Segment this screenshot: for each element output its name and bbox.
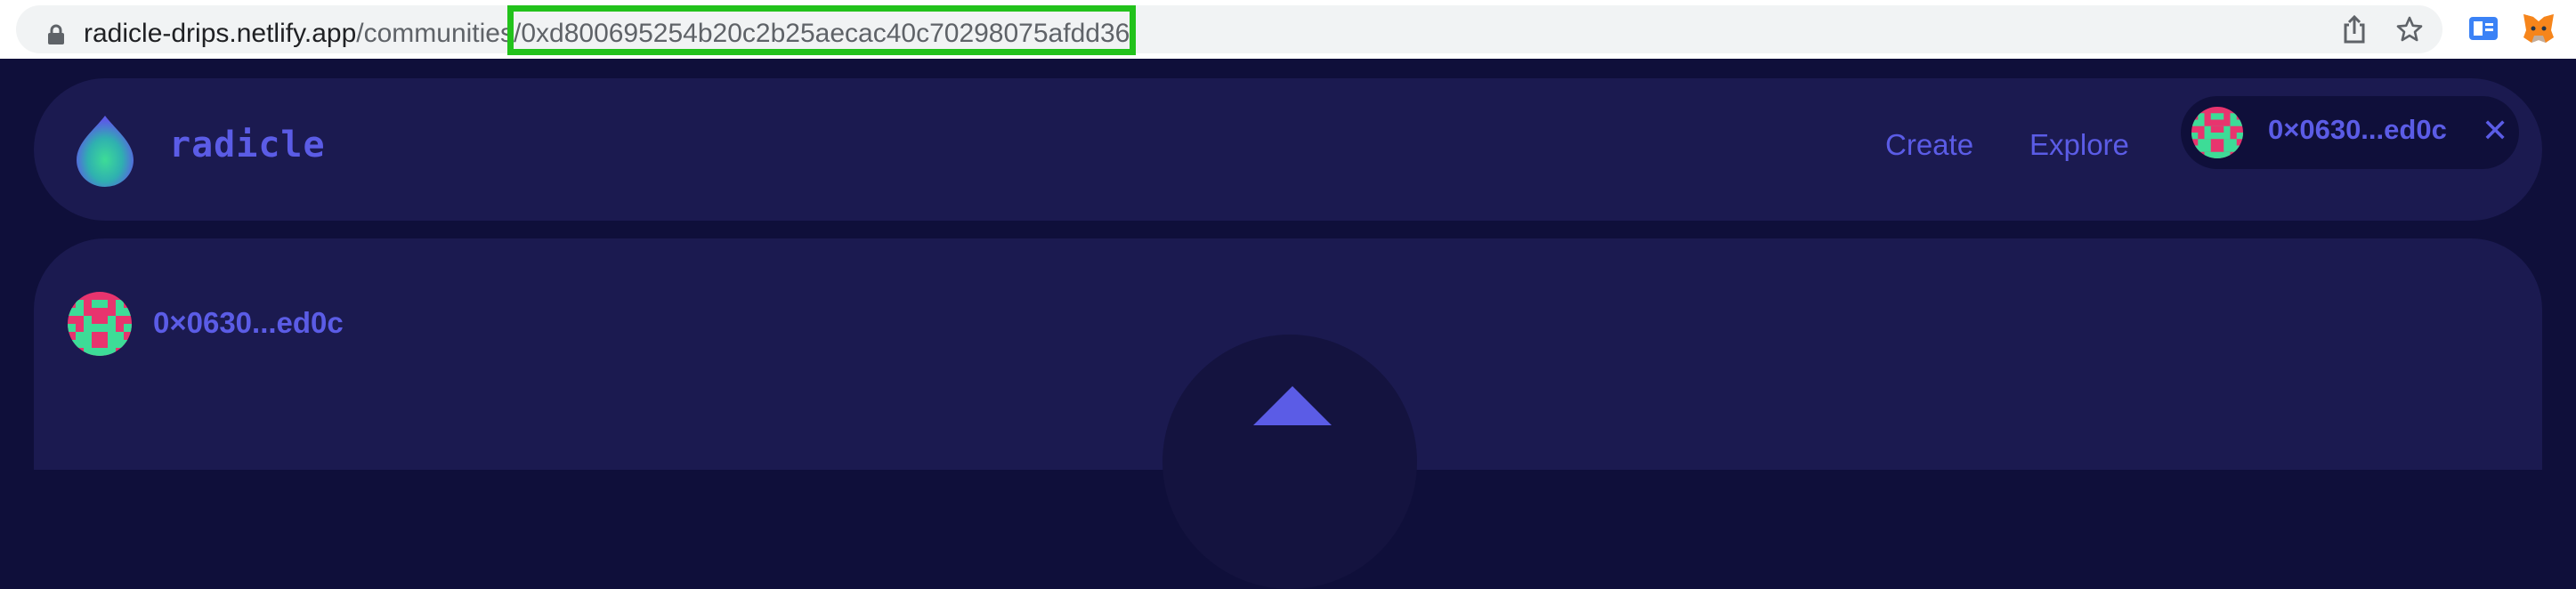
- wallet-avatar: [2191, 107, 2243, 158]
- nav-explore-link[interactable]: Explore: [2029, 128, 2129, 162]
- top-navigation: radicle Create Explore 0×0630...ed0c ✕: [34, 78, 2542, 221]
- community-image-circle: [1162, 335, 1417, 589]
- owner-address-link[interactable]: 0×0630...ed0c: [153, 306, 344, 340]
- url-id: 0xd800695254b20c2b25aecac40c70298075afdd…: [521, 19, 1130, 48]
- logo-wordmark[interactable]: radicle: [169, 125, 326, 165]
- url-host: radicle-drips.netlify.app: [84, 19, 357, 48]
- browser-toolbar: radicle-drips.netlify.app/communities/0x…: [0, 0, 2576, 59]
- wallet-address[interactable]: 0×0630...ed0c: [2268, 114, 2447, 146]
- wallet-connected-pill[interactable]: 0×0630...ed0c ✕: [2181, 96, 2519, 169]
- community-card: 0×0630...ed0c: [34, 238, 2542, 589]
- share-icon[interactable]: [2337, 12, 2371, 46]
- url-path: /communities/: [356, 19, 522, 48]
- owner-avatar[interactable]: [68, 292, 132, 356]
- radicle-logo-icon[interactable]: [75, 114, 135, 187]
- lock-icon: [48, 24, 64, 44]
- star-icon[interactable]: [2393, 12, 2426, 46]
- disconnect-close-icon[interactable]: ✕: [2482, 109, 2508, 153]
- drips-logo-icon: [1253, 386, 1332, 425]
- metamask-fox-icon[interactable]: [2521, 11, 2556, 46]
- nav-create-link[interactable]: Create: [1885, 128, 1973, 162]
- app-root: radicle Create Explore 0×0630...ed0c ✕ 0…: [0, 59, 2576, 589]
- url-text: radicle-drips.netlify.app/communities/0x…: [84, 17, 1130, 51]
- extension-icon[interactable]: [2467, 12, 2499, 44]
- address-bar[interactable]: radicle-drips.netlify.app/communities/0x…: [16, 5, 2442, 53]
